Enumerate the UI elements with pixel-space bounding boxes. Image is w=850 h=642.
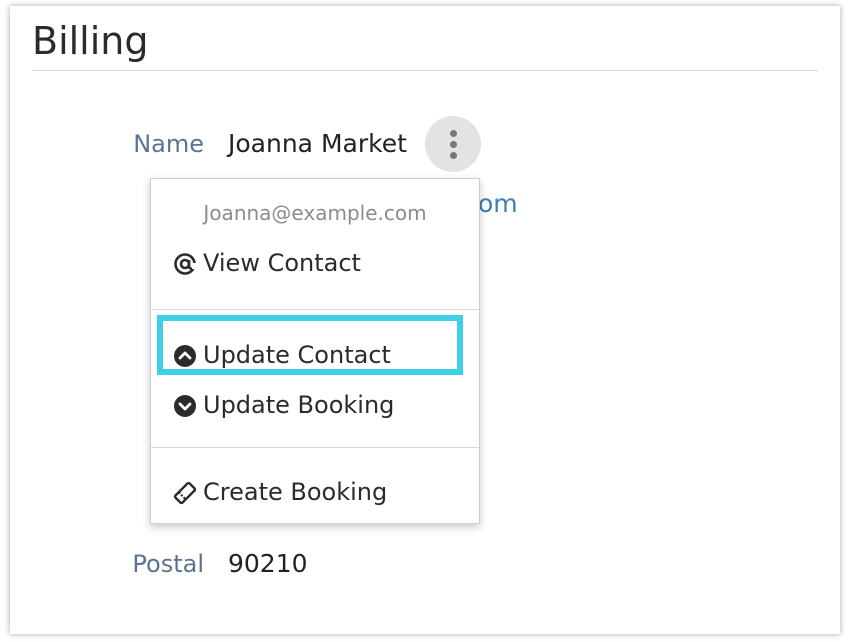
field-label-postal: Postal xyxy=(132,550,204,578)
field-label-name: Name xyxy=(133,130,204,158)
billing-card: Billing Name E Ph Add S Cou Postal Joann… xyxy=(10,6,840,634)
chevron-circle-up-icon xyxy=(173,344,197,368)
menu-item-view-contact[interactable]: View Contact xyxy=(173,245,361,281)
field-value-postal: 90210 xyxy=(228,549,308,578)
menu-item-label: Create Booking xyxy=(203,478,388,506)
ellipsis-dot xyxy=(450,152,457,159)
more-actions-button[interactable] xyxy=(425,116,481,172)
menu-divider xyxy=(151,447,479,448)
menu-divider xyxy=(151,309,479,310)
menu-item-create-booking[interactable]: Create Booking xyxy=(173,474,387,510)
title-divider xyxy=(32,70,818,71)
menu-item-label: Update Contact xyxy=(203,341,391,369)
page-title: Billing xyxy=(32,19,149,63)
menu-item-label: View Contact xyxy=(203,249,361,277)
at-sign-icon xyxy=(173,252,197,276)
ellipsis-dot xyxy=(450,141,457,148)
ticket-icon xyxy=(173,481,197,505)
menu-item-update-contact[interactable]: Update Contact xyxy=(173,337,391,373)
field-value-name: Joanna Market xyxy=(228,129,407,158)
menu-item-label: Update Booking xyxy=(203,391,395,419)
menu-email: Joanna@example.com xyxy=(203,201,427,225)
menu-item-update-booking[interactable]: Update Booking xyxy=(173,387,394,423)
chevron-circle-down-icon xyxy=(173,394,197,418)
field-value-email[interactable]: om xyxy=(478,189,518,219)
vertical-ellipsis-icon xyxy=(450,130,457,137)
contact-actions-menu: Joanna@example.com View Contact Update C… xyxy=(150,178,480,524)
